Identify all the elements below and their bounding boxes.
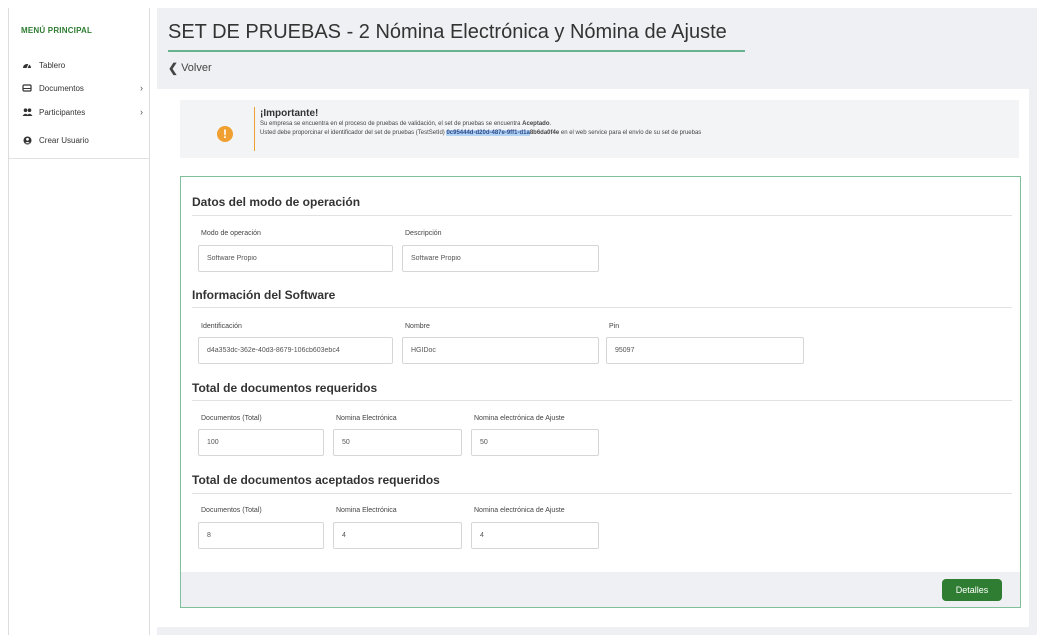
sidebar-item-label: Crear Usuario (39, 135, 89, 145)
alert-bar (254, 107, 255, 151)
alert-line-2-end: en el web service para el envío de su se… (559, 130, 702, 136)
inbox-icon (21, 83, 33, 93)
alert-line-1-end: . (549, 121, 552, 127)
alert-line-1-text: Su empresa se encuentra en el proceso de… (260, 121, 523, 127)
description-field[interactable] (402, 245, 599, 272)
sidebar-item-documentos[interactable]: Documentos › (21, 80, 147, 96)
required-adjust-field[interactable] (471, 429, 599, 456)
alert-line-1: Su empresa se encuentra en el proceso de… (260, 120, 701, 129)
section-title-required: Total de documentos requeridos (192, 381, 378, 395)
chevron-left-icon: ❮ (168, 61, 179, 75)
mode-field[interactable] (198, 245, 393, 272)
accepted-adjust-label: Nomina electrónica de Ajuste (474, 507, 565, 514)
sidebar-item-label: Tablero (39, 60, 66, 70)
page-title: SET DE PRUEBAS - 2 Nómina Electrónica y … (168, 21, 727, 43)
important-alert: ! ¡Importante! Su empresa se encuentra e… (180, 100, 1019, 158)
description-label: Descripción (405, 230, 442, 237)
accepted-payroll-label: Nomina Electrónica (336, 507, 397, 514)
title-underline (168, 50, 745, 52)
form-footer: Detalles (181, 572, 1020, 607)
accepted-payroll-field[interactable] (333, 522, 462, 549)
test-set-id-highlighted[interactable]: 0c95444d-d20d-487e-9ff1-d1a (446, 130, 530, 136)
users-icon (21, 107, 33, 117)
required-adjust-label: Nomina electrónica de Ajuste (474, 415, 565, 422)
required-payroll-field[interactable] (333, 429, 462, 456)
software-name-field[interactable] (402, 337, 599, 364)
sidebar-item-label: Participantes (39, 107, 86, 117)
alert-line-2-text: Usted debe proporcinar el identificador … (260, 130, 447, 136)
accepted-adjust-field[interactable] (471, 522, 599, 549)
content-panel: ! ¡Importante! Su empresa se encuentra e… (157, 89, 1029, 627)
section-divider (192, 400, 1012, 401)
section-divider (192, 307, 1012, 308)
main-content: SET DE PRUEBAS - 2 Nómina Electrónica y … (157, 8, 1037, 635)
alert-title: ¡Importante! (260, 108, 319, 119)
software-pin-field[interactable] (606, 337, 804, 364)
required-total-label: Documentos (Total) (201, 415, 262, 422)
mode-label: Modo de operación (201, 230, 261, 237)
required-total-field[interactable] (198, 429, 324, 456)
alert-line-2: Usted debe proporcinar el identificador … (260, 129, 701, 138)
software-name-label: Nombre (405, 323, 430, 330)
section-title-accepted: Total de documentos aceptados requeridos (192, 473, 440, 487)
section-title-software: Información del Software (192, 288, 336, 302)
test-set-id-rest[interactable]: 8b6da0f4e (530, 130, 559, 136)
software-pin-label: Pin (609, 323, 620, 330)
sidebar-item-label: Documentos (39, 83, 84, 93)
sidebar-divider (9, 158, 149, 159)
required-payroll-label: Nomina Electrónica (336, 415, 397, 422)
section-title-operation: Datos del modo de operación (192, 195, 361, 209)
warning-icon: ! (217, 126, 233, 142)
sidebar-item-crear-usuario[interactable]: Crear Usuario (21, 132, 147, 148)
menu-title: MENÚ PRINCIPAL (21, 26, 93, 35)
back-label: Volver (181, 62, 212, 74)
test-set-form: Datos del modo de operación Modo de oper… (180, 176, 1021, 608)
section-divider (192, 493, 1012, 494)
accepted-total-label: Documentos (Total) (201, 507, 262, 514)
accepted-total-field[interactable] (198, 522, 324, 549)
alert-text: ¡Importante! Su empresa se encuentra en … (260, 108, 701, 138)
section-divider (192, 215, 1012, 216)
status-accepted: Aceptado (522, 121, 550, 127)
software-id-field[interactable] (198, 337, 393, 364)
chevron-right-icon: › (140, 107, 143, 117)
user-add-icon (21, 135, 33, 145)
chevron-right-icon: › (140, 83, 143, 93)
sidebar: MENÚ PRINCIPAL Tablero Documentos › Part… (8, 8, 150, 635)
back-link[interactable]: ❮ Volver (168, 61, 212, 75)
software-id-label: Identificación (201, 323, 242, 330)
dashboard-icon (21, 60, 33, 70)
sidebar-item-participantes[interactable]: Participantes › (21, 104, 147, 120)
sidebar-item-tablero[interactable]: Tablero (21, 57, 147, 73)
details-button[interactable]: Detalles (942, 579, 1002, 601)
